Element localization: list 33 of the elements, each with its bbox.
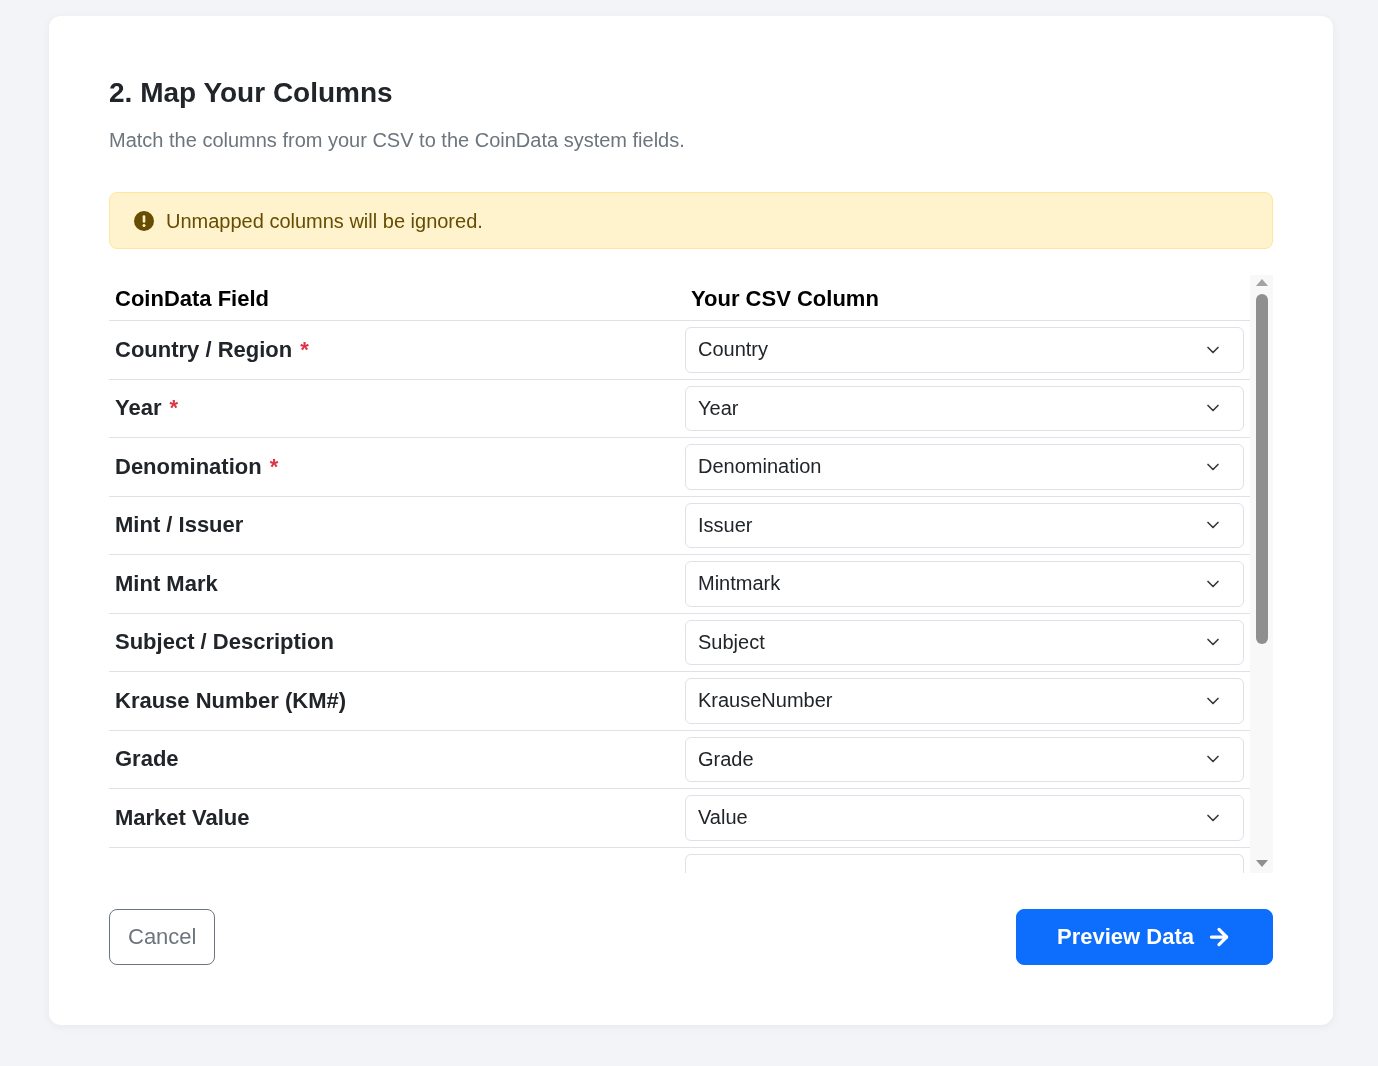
field-label: Denomination <box>115 453 262 480</box>
required-asterisk: * <box>269 453 279 480</box>
field-label: Country / Region <box>115 336 293 363</box>
select-field[interactable]: Country <box>685 327 1244 373</box>
select-field[interactable]: Mintmark <box>685 561 1244 607</box>
field-label: Krause Number (KM#) <box>115 687 347 714</box>
scroll-down-icon[interactable] <box>1255 860 1268 867</box>
select-field[interactable] <box>685 853 1244 873</box>
select-field[interactable]: Value <box>685 795 1244 841</box>
scrollbar-thumb[interactable] <box>1255 294 1268 644</box>
section-title: 2. Map Your Columns <box>109 76 393 110</box>
field-label: Grade <box>115 746 179 773</box>
select-field[interactable]: Denomination <box>685 444 1244 490</box>
exclamation-circle-icon <box>134 210 154 231</box>
required-asterisk: * <box>300 336 309 363</box>
field-label: Mint Mark <box>115 570 218 597</box>
column-header: Your CSV Column <box>690 285 880 313</box>
required-asterisk: * <box>169 395 179 422</box>
column-header: CoinData Field <box>114 285 270 313</box>
scroll-up-icon[interactable] <box>1255 279 1268 286</box>
alert-text: Unmapped columns will be ignored. <box>166 208 483 233</box>
select-field[interactable]: Grade <box>685 736 1244 782</box>
field-label: Subject / Description <box>115 629 334 656</box>
field-label: Market Value <box>115 804 250 831</box>
select-field[interactable]: Subject <box>685 619 1244 665</box>
field-label: Year <box>115 395 162 422</box>
select-field[interactable]: Issuer <box>685 502 1244 548</box>
select-field[interactable]: KrauseNumber <box>685 678 1244 724</box>
select-field[interactable]: Year <box>685 385 1244 431</box>
preview-data-button[interactable]: Preview Data <box>1016 909 1273 965</box>
cancel-button[interactable]: Cancel <box>109 909 216 965</box>
section-subtitle: Match the columns from your CSV to the CoinData system fields. <box>109 128 685 152</box>
field-label: Mint / Issuer <box>115 512 244 539</box>
